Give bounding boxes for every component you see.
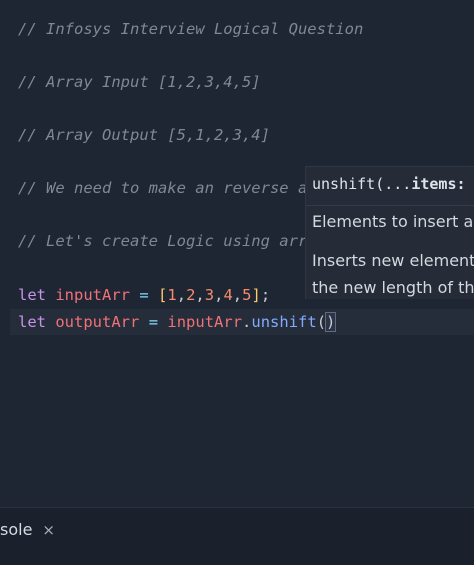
description-line: Inserts new element: [312, 251, 474, 270]
code-comment-line[interactable]: // Array Output [5,1,2,3,4]: [18, 123, 270, 147]
code-comment-line[interactable]: // Infosys Interview Logical Question: [18, 17, 363, 41]
console-tab[interactable]: sole ×: [0, 518, 55, 542]
method-signature: unshift(...items: n: [312, 173, 474, 195]
active-parameter: items:: [411, 175, 474, 193]
signature-prefix: unshift(...: [312, 175, 412, 193]
close-icon[interactable]: ×: [42, 518, 55, 542]
description-line: the new length of th: [312, 278, 474, 297]
keyword: let: [18, 286, 46, 304]
open-bracket: [: [158, 286, 168, 304]
variable-name: inputArr: [55, 286, 130, 304]
separator: ,: [176, 286, 187, 304]
code-comment-line[interactable]: // We need to make an reverse arr: [18, 176, 326, 200]
array-value: 2: [186, 286, 196, 304]
assign-operator: =: [148, 313, 159, 331]
array-value: 1: [167, 286, 177, 304]
code-line-output-array[interactable]: let outputArr = inputArr.unshift(): [18, 310, 337, 334]
signature-help-tooltip: unshift(...items: n Elements to insert a…: [305, 166, 474, 299]
code-comment-line[interactable]: // Let's create Logic using array: [18, 229, 326, 253]
array-value: 4: [223, 286, 233, 304]
parameter-documentation: Elements to insert a: [312, 212, 474, 231]
bottom-panel: sole ×: [0, 507, 474, 565]
array-value: 3: [204, 286, 215, 304]
separator: ,: [232, 286, 243, 304]
close-paren: ): [325, 312, 337, 332]
code-line-input-array[interactable]: let inputArr = [1,2,3,4,5];: [18, 283, 270, 307]
method-name: unshift: [251, 313, 317, 331]
separator: ,: [195, 286, 205, 304]
variable-name: outputArr: [55, 313, 140, 331]
object-reference: inputArr: [167, 313, 243, 331]
tooltip-divider: [306, 205, 474, 206]
statement-terminator: ;: [260, 286, 271, 304]
assign-operator: =: [139, 286, 149, 304]
console-tab-label: sole: [0, 520, 33, 539]
code-comment-line[interactable]: // Array Input [1,2,3,4,5]: [18, 70, 261, 94]
member-access-dot: .: [242, 313, 252, 331]
close-bracket: ]: [251, 286, 261, 304]
keyword: let: [18, 313, 46, 331]
method-description: Inserts new element the new length of th: [312, 247, 474, 299]
